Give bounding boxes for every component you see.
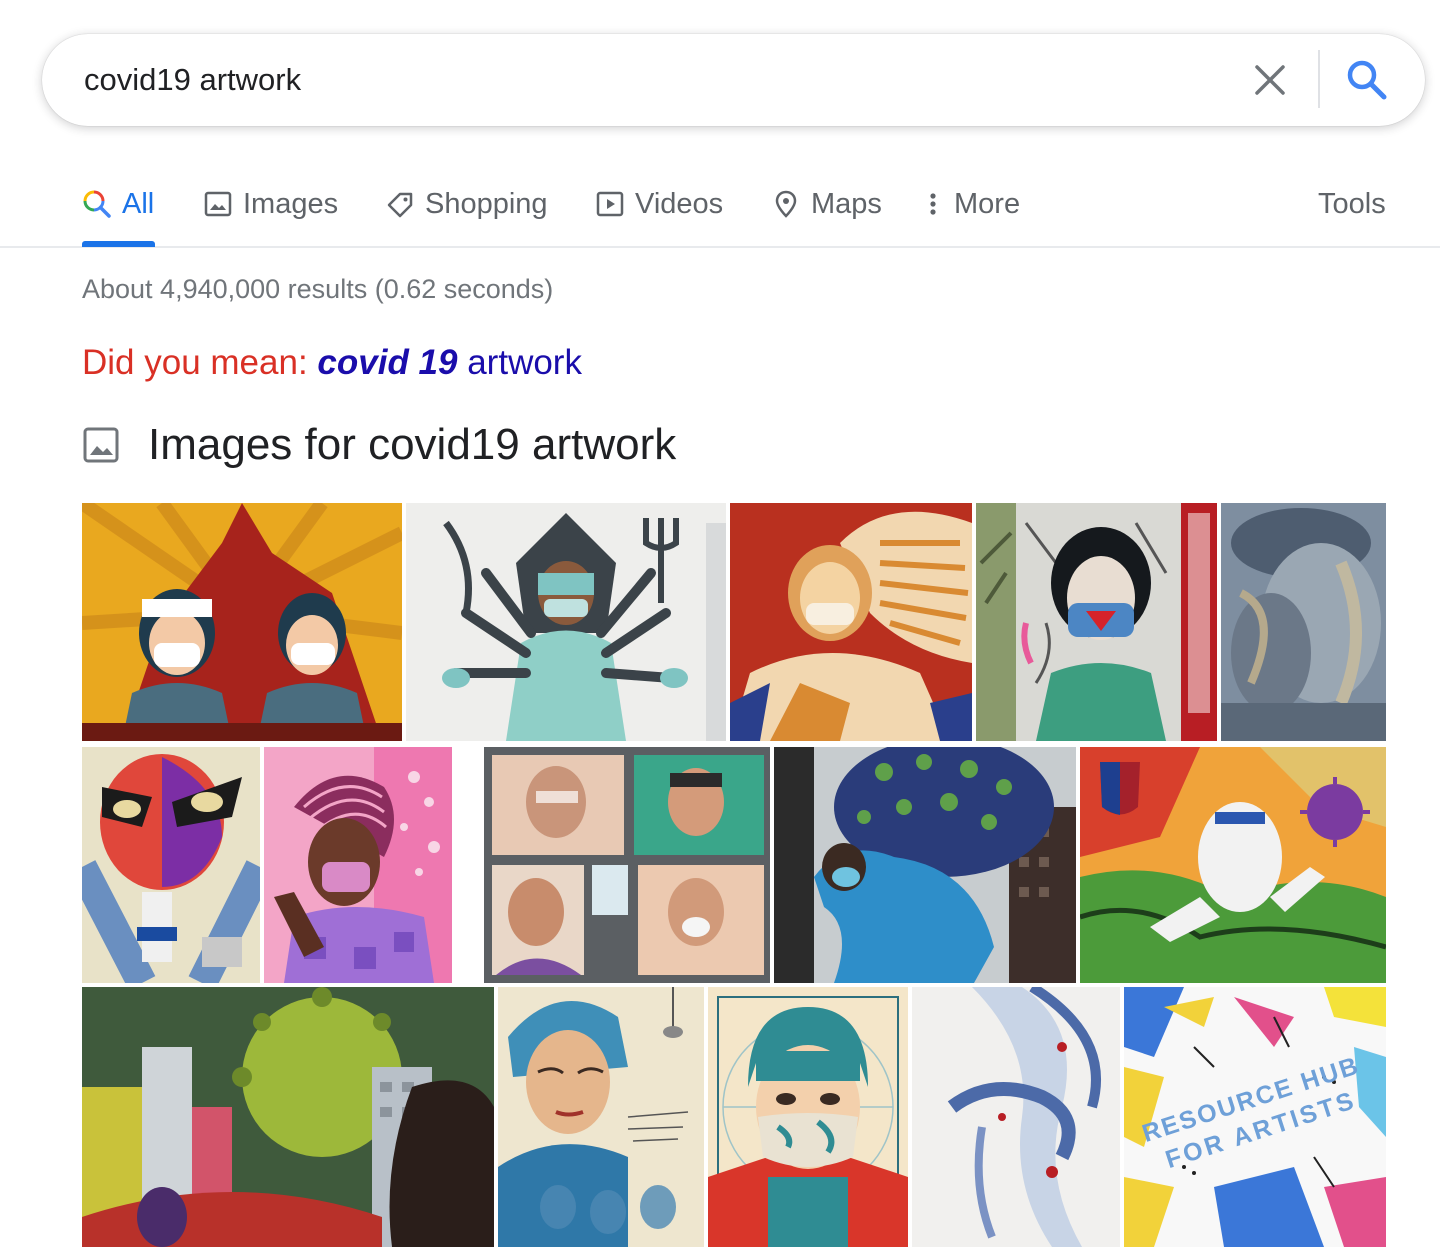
image-thumbnail-resource-hub-for-artists: RESOURCE HUB FOR ARTISTS [1124, 987, 1386, 1247]
image-result[interactable] [82, 747, 260, 983]
image-thumbnail-abstract-blue-figures [912, 987, 1120, 1247]
did-you-mean: Did you mean: covid 19 artwork [82, 343, 582, 383]
image-result[interactable] [708, 987, 908, 1247]
image-thumbnail-masked-nurse-poster [708, 987, 908, 1247]
image-icon [83, 427, 119, 463]
image-icon [204, 191, 232, 217]
tab-images[interactable]: Images [203, 184, 338, 224]
image-result[interactable] [1080, 747, 1386, 983]
tab-images-label: Images [243, 187, 339, 220]
more-vertical-icon [930, 193, 936, 215]
tab-maps-label: Maps [811, 187, 882, 220]
active-tab-indicator [82, 241, 155, 247]
image-thumbnail-doctor-sketch [498, 987, 704, 1247]
tab-shopping[interactable]: Shopping [385, 184, 548, 224]
tab-more[interactable]: More [922, 184, 1020, 224]
image-result[interactable]: RESOURCE HUB FOR ARTISTS [1124, 987, 1386, 1247]
image-result[interactable] [406, 503, 726, 741]
image-result[interactable] [456, 747, 770, 983]
did-you-mean-suggestion-link[interactable]: covid 19 artwork [317, 343, 582, 382]
image-thumbnail-healthcare-workers-poster [82, 503, 402, 741]
suggestion-rest-text: artwork [467, 343, 582, 382]
clear-search-button[interactable] [1248, 58, 1292, 102]
search-icon [1347, 60, 1387, 100]
image-result[interactable] [912, 987, 1120, 1247]
image-result[interactable] [264, 747, 452, 983]
tab-all[interactable]: All [82, 184, 154, 224]
results-stats: About 4,940,000 results (0.62 seconds) [82, 274, 554, 304]
search-input[interactable] [84, 58, 1234, 102]
tag-icon [387, 192, 413, 218]
image-thumbnail-angel-nurse [730, 503, 972, 741]
suggestion-bold-text: covid 19 [317, 343, 458, 382]
image-result[interactable] [976, 503, 1217, 741]
image-result[interactable] [82, 987, 494, 1247]
image-thumbnail-nurse-mural [976, 503, 1217, 741]
search-bar-divider [1318, 50, 1320, 108]
close-icon [1255, 65, 1285, 95]
did-you-mean-label: Did you mean: [82, 343, 308, 382]
image-thumbnail-city-mural [82, 987, 494, 1247]
image-thumbnail-pink-illustration [264, 747, 452, 983]
image-thumbnail-video-call-portraits [456, 747, 770, 983]
image-result[interactable] [1221, 503, 1386, 741]
tab-maps[interactable]: Maps [771, 184, 882, 224]
tab-more-label: More [954, 187, 1021, 220]
image-result[interactable] [498, 987, 704, 1247]
search-tabs: All Images Shopping Videos Maps More Too… [0, 170, 1440, 248]
images-section-title: Images for covid19 artwork [148, 420, 677, 469]
tab-shopping-label: Shopping [425, 187, 548, 220]
search-icon [83, 190, 111, 218]
image-thumbnail-multi-armed-doctor [406, 503, 726, 741]
tab-all-label: All [122, 187, 155, 220]
image-result[interactable] [730, 503, 972, 741]
image-thumbnail-abstract-painting [1221, 503, 1386, 741]
image-result[interactable] [774, 747, 1076, 983]
image-thumbnail-nurse-city-virus [774, 747, 1076, 983]
search-bar [42, 34, 1425, 126]
image-thumbnail-barcelona-virus-kick [1080, 747, 1386, 983]
search-button[interactable] [1344, 57, 1390, 103]
tab-videos[interactable]: Videos [595, 184, 723, 224]
image-thumbnail-cubist-face [82, 747, 260, 983]
tools-button[interactable]: Tools [1318, 184, 1386, 224]
image-result[interactable] [82, 503, 402, 741]
images-section-header[interactable]: Images for covid19 artwork [82, 418, 676, 472]
map-pin-icon [775, 190, 797, 218]
tools-label: Tools [1318, 187, 1386, 220]
play-icon [596, 191, 624, 217]
tab-videos-label: Videos [635, 187, 724, 220]
